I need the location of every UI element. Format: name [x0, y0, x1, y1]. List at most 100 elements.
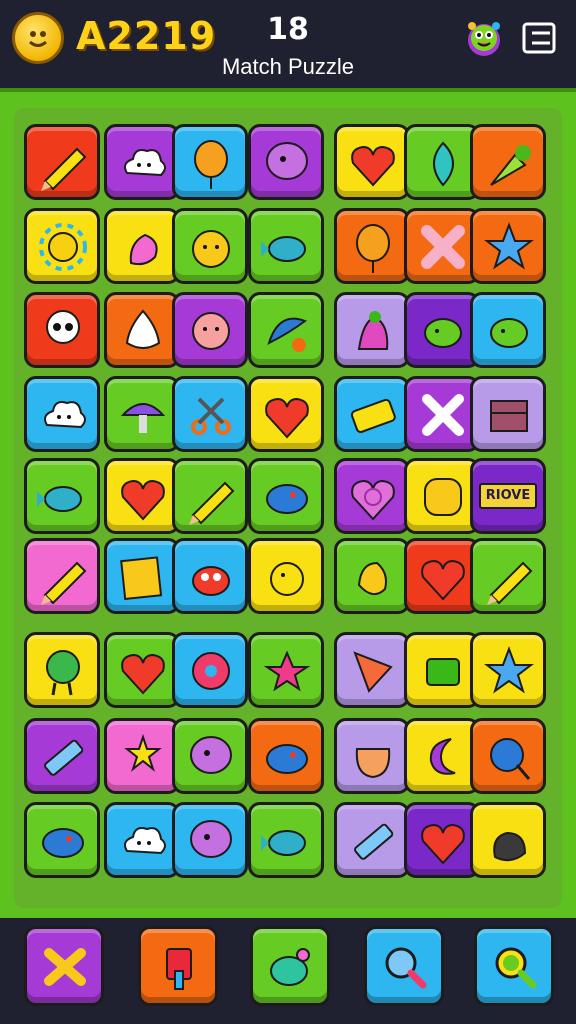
puzzle-tile[interactable]: [24, 718, 100, 794]
lemon-icon: [266, 484, 308, 514]
puzzle-tile[interactable]: [104, 208, 180, 284]
x-icon: [422, 394, 464, 436]
puzzle-tile[interactable]: [404, 632, 480, 708]
mascot-avatar-icon[interactable]: [462, 16, 506, 60]
heart-icon: [421, 559, 465, 601]
puzzle-tile[interactable]: [470, 292, 546, 368]
puzzle-tile[interactable]: [470, 376, 546, 452]
puzzle-tile[interactable]: [172, 292, 248, 368]
mushroom-icon: [120, 403, 166, 433]
hint-tool[interactable]: [474, 926, 554, 1006]
puzzle-tile[interactable]: [104, 458, 180, 534]
puzzle-tile[interactable]: RIOVE: [470, 458, 546, 534]
puzzle-tile[interactable]: [248, 802, 324, 878]
hammer-tool[interactable]: [138, 926, 218, 1006]
puzzle-tile[interactable]: [334, 718, 410, 794]
puzzle-tile[interactable]: [248, 124, 324, 200]
bomb-icon: [270, 948, 310, 986]
hammer-icon: [166, 948, 192, 990]
cone-icon: [353, 651, 393, 693]
puzzle-tile[interactable]: [470, 124, 546, 200]
puzzle-tile[interactable]: [172, 376, 248, 452]
puzzle-tile[interactable]: [24, 458, 100, 534]
puzzle-tile[interactable]: [104, 718, 180, 794]
puzzle-tile[interactable]: [248, 292, 324, 368]
puzzle-tile[interactable]: [24, 292, 100, 368]
bubble-icon: [190, 820, 232, 858]
puzzle-tile[interactable]: [470, 718, 546, 794]
puzzle-tile[interactable]: [470, 802, 546, 878]
puzzle-tile[interactable]: [104, 376, 180, 452]
lemon-icon: [42, 828, 84, 858]
puzzle-tile[interactable]: [248, 208, 324, 284]
puzzle-tile[interactable]: [470, 208, 546, 284]
puzzle-tile[interactable]: [404, 538, 480, 614]
puzzle-tile[interactable]: [172, 458, 248, 534]
puzzle-tile[interactable]: [104, 538, 180, 614]
shuffle-tool[interactable]: [24, 926, 104, 1006]
puzzle-tile[interactable]: [404, 124, 480, 200]
puzzle-tile[interactable]: [334, 458, 410, 534]
puzzle-tile[interactable]: [104, 124, 180, 200]
puzzle-tile[interactable]: [24, 376, 100, 452]
tile-grid: RIOVE: [14, 108, 562, 908]
puzzle-tile[interactable]: [24, 632, 100, 708]
puzzle-tile[interactable]: [248, 538, 324, 614]
fish-icon: [37, 486, 82, 512]
puzzle-tile[interactable]: [470, 632, 546, 708]
puzzle-tile[interactable]: [248, 718, 324, 794]
puzzle-tile[interactable]: [172, 718, 248, 794]
squid-icon: [357, 311, 389, 350]
puzzle-tile[interactable]: [104, 632, 180, 708]
crab-icon: [192, 566, 230, 596]
puzzle-tile[interactable]: [334, 292, 410, 368]
skull-icon: [46, 310, 80, 344]
puzzle-tile[interactable]: [172, 538, 248, 614]
cube-icon: [426, 658, 460, 686]
puzzle-tile[interactable]: [334, 376, 410, 452]
puzzle-tile[interactable]: [334, 124, 410, 200]
puzzle-tile[interactable]: [334, 802, 410, 878]
puzzle-tile[interactable]: [172, 802, 248, 878]
puzzle-tile[interactable]: [172, 208, 248, 284]
balloon-icon: [194, 140, 228, 189]
puzzle-tile[interactable]: [248, 376, 324, 452]
turtle-icon: [46, 650, 80, 696]
puzzle-tile[interactable]: [334, 208, 410, 284]
puzzle-tile[interactable]: [334, 538, 410, 614]
puzzle-tile[interactable]: [24, 538, 100, 614]
puzzle-tile[interactable]: [404, 292, 480, 368]
puzzle-tile[interactable]: [104, 802, 180, 878]
puzzle-tile[interactable]: [24, 802, 100, 878]
puzzle-tile[interactable]: [404, 208, 480, 284]
pencil-icon: [189, 481, 235, 525]
bomb-tool[interactable]: [250, 926, 330, 1006]
carrot-icon: [490, 145, 531, 186]
puzzle-tile[interactable]: [24, 124, 100, 200]
blob-icon: [490, 318, 528, 348]
cloud-icon: [124, 149, 166, 177]
puzzle-tile[interactable]: [404, 718, 480, 794]
scissors-icon: [191, 397, 231, 435]
puzzle-tile[interactable]: [404, 376, 480, 452]
chick-icon: [270, 562, 304, 596]
puzzle-tile[interactable]: [334, 632, 410, 708]
pink-x-icon: [421, 225, 465, 269]
magnifier-tool[interactable]: [364, 926, 444, 1006]
crayon-icon: [354, 823, 394, 860]
dice-icon: [120, 556, 163, 601]
puzzle-tile[interactable]: [172, 124, 248, 200]
puzzle-tile[interactable]: [24, 208, 100, 284]
bubble-icon: [266, 142, 308, 180]
star-icon: [484, 222, 534, 270]
cloud-icon: [44, 401, 86, 429]
puzzle-tile[interactable]: [404, 802, 480, 878]
menu-icon[interactable]: [520, 18, 560, 58]
puzzle-tile[interactable]: [404, 458, 480, 534]
puzzle-tile[interactable]: [248, 632, 324, 708]
puzzle-tile[interactable]: [104, 292, 180, 368]
puzzle-tile[interactable]: [470, 538, 546, 614]
puzzle-tile[interactable]: [172, 632, 248, 708]
balloon-icon: [356, 224, 390, 273]
puzzle-tile[interactable]: [248, 458, 324, 534]
